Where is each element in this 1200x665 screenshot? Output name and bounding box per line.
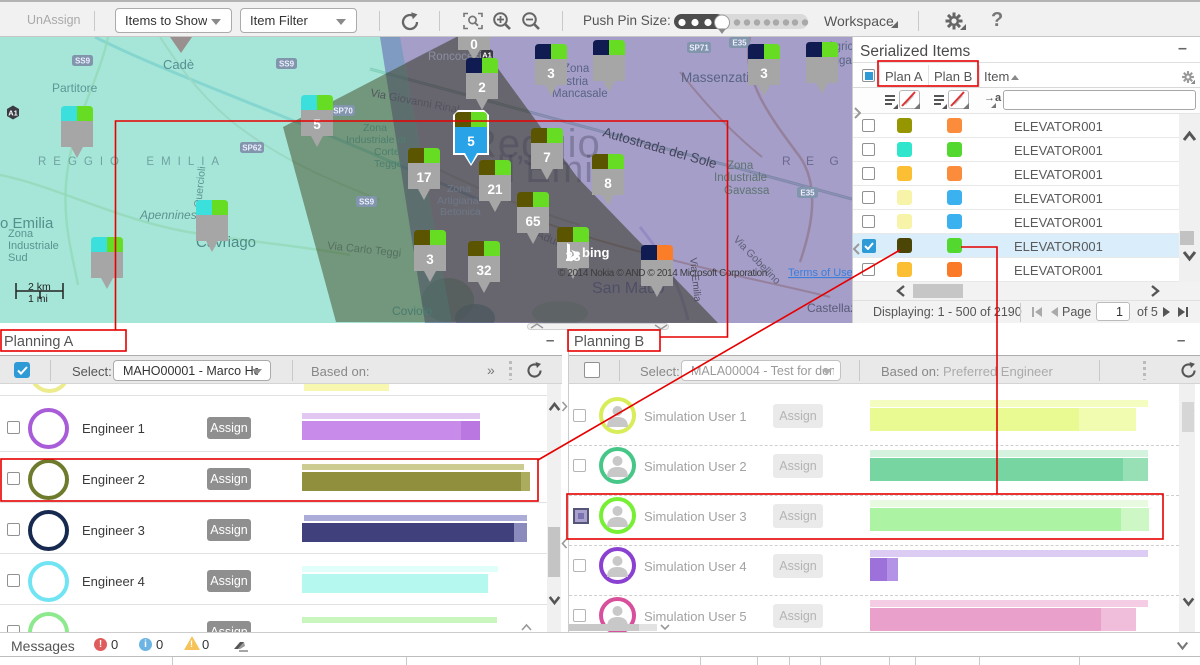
svg-text:SP71: SP71	[689, 44, 709, 53]
svg-text:3: 3	[547, 66, 555, 81]
svg-text:Cadè: Cadè	[163, 57, 194, 72]
svg-text:Zona: Zona	[727, 160, 754, 172]
svg-text:Zona: Zona	[563, 63, 590, 75]
svg-text:Industriale: Industriale	[8, 240, 59, 252]
svg-text:SS9: SS9	[359, 198, 375, 207]
svg-text:Betonica: Betonica	[440, 206, 481, 218]
svg-text:32: 32	[476, 263, 491, 278]
svg-text:3: 3	[426, 252, 434, 267]
svg-text:7: 7	[543, 150, 551, 165]
svg-text:Partitore: Partitore	[52, 81, 98, 95]
svg-text:Corte: Corte	[374, 146, 400, 158]
svg-text:Tegge: Tegge	[374, 158, 403, 170]
svg-text:Apennines: Apennines	[139, 208, 197, 222]
svg-text:2: 2	[478, 80, 486, 95]
svg-text:5: 5	[313, 117, 321, 132]
svg-text:Gavassa: Gavassa	[724, 185, 770, 197]
svg-text:E35: E35	[732, 39, 747, 48]
svg-text:Sud: Sud	[8, 252, 28, 264]
svg-text:65: 65	[525, 214, 541, 229]
svg-text:SS9: SS9	[75, 57, 91, 66]
svg-text:Mancasale: Mancasale	[552, 88, 608, 100]
svg-text:Terms of Use: Terms of Use	[788, 267, 852, 279]
svg-text:Coviolo: Coviolo	[392, 304, 432, 318]
svg-text:Zona: Zona	[363, 122, 387, 134]
svg-text:Industriale di: Industriale di	[346, 134, 406, 146]
svg-text:Industriale: Industriale	[714, 172, 767, 184]
svg-text:21: 21	[487, 182, 503, 197]
svg-text:Castellaz: Castellaz	[807, 301, 852, 315]
svg-text:SS9: SS9	[279, 60, 295, 69]
svg-text:Zona: Zona	[8, 228, 34, 240]
svg-text:1 mi: 1 mi	[28, 293, 48, 305]
svg-text:2 km: 2 km	[28, 281, 51, 293]
svg-text:E35: E35	[800, 189, 815, 198]
svg-text:3: 3	[760, 66, 768, 81]
svg-text:R E G G: R E G G	[782, 154, 852, 168]
svg-text:8: 8	[604, 176, 612, 191]
svg-text:© 2014 Nokia © AND © 2014 Micr: © 2014 Nokia © AND © 2014 Microsoft Corp…	[558, 268, 767, 279]
svg-text:5: 5	[467, 134, 475, 149]
svg-text:Zona: Zona	[447, 183, 471, 195]
svg-text:0: 0	[470, 37, 478, 52]
svg-text:17: 17	[416, 170, 431, 185]
svg-text:SP70: SP70	[333, 107, 353, 116]
svg-text:SP62: SP62	[242, 144, 262, 153]
svg-text:bing: bing	[582, 245, 609, 260]
svg-text:A1: A1	[8, 109, 18, 118]
